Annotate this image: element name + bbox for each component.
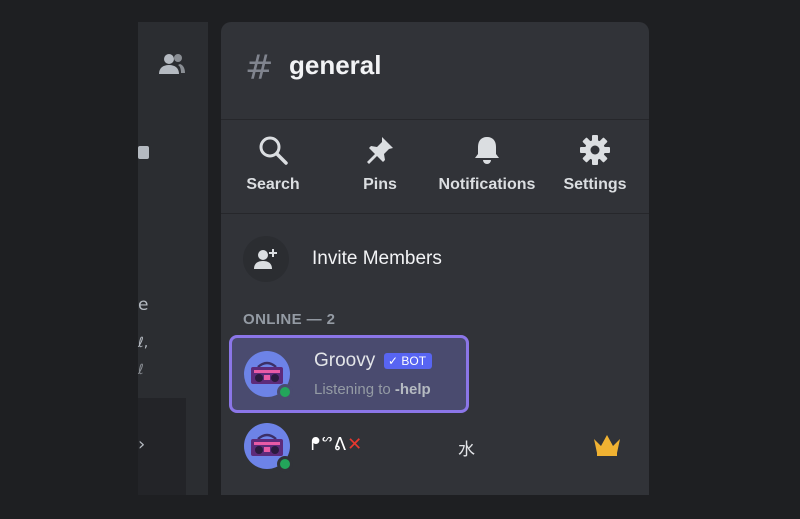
bot-badge: ✓ BOT xyxy=(384,353,433,369)
server-channel-panel: e ℓ, ℓ › xyxy=(138,22,208,495)
pins-button[interactable]: Pins xyxy=(330,120,430,214)
text-fragment: ℓ, xyxy=(138,335,149,351)
hash-icon: # xyxy=(245,48,274,88)
channel-actions-bar: Search Pins Notifications Settings xyxy=(221,120,649,214)
online-status-indicator xyxy=(277,456,293,472)
red-x-icon: ✕ xyxy=(347,434,364,455)
member-item-owner[interactable]: ᖰᔥᕕ✕ 水 xyxy=(229,414,639,490)
member-name-suffix: 水 xyxy=(458,440,475,460)
channel-icon-fragment xyxy=(138,146,149,159)
channel-title: general xyxy=(289,50,382,80)
add-user-icon xyxy=(254,249,277,269)
pins-label: Pins xyxy=(363,176,397,193)
bell-icon xyxy=(475,137,499,164)
channel-header: # general xyxy=(221,22,649,120)
online-section-heading: ONLINE — 2 xyxy=(243,311,336,328)
boombox-icon xyxy=(251,361,283,384)
online-status-indicator xyxy=(277,384,293,400)
member-list: Invite Members ONLINE — 2 Groovy ✓ BOT L… xyxy=(221,214,649,495)
notifications-button[interactable]: Notifications xyxy=(437,120,537,214)
text-fragment: ℓ xyxy=(138,362,144,378)
member-activity: Listening to -help xyxy=(314,381,431,398)
member-item-groovy[interactable]: Groovy ✓ BOT Listening to -help xyxy=(229,335,469,413)
gear-icon xyxy=(580,135,610,165)
settings-label: Settings xyxy=(563,176,627,193)
invite-members-button[interactable]: Invite Members xyxy=(243,236,623,284)
search-label: Search xyxy=(246,176,300,193)
text-fragment: e xyxy=(138,295,149,315)
channel-drawer: # general Search Pins Notifications Sett… xyxy=(221,22,649,495)
invite-members-label: Invite Members xyxy=(312,248,442,269)
boombox-icon xyxy=(251,433,283,456)
notifications-label: Notifications xyxy=(438,176,536,193)
pin-icon xyxy=(367,137,393,164)
member-name: ᖰᔥᕕ✕ xyxy=(311,434,364,455)
avatar xyxy=(244,351,293,400)
search-button[interactable]: Search xyxy=(223,120,323,214)
settings-button[interactable]: Settings xyxy=(545,120,645,214)
invite-icon-container xyxy=(243,236,289,282)
member-name: Groovy xyxy=(314,350,376,371)
chevron-right-icon[interactable]: › xyxy=(138,434,152,456)
avatar xyxy=(244,423,293,472)
search-icon xyxy=(259,136,288,165)
crown-icon xyxy=(594,435,620,456)
members-icon[interactable] xyxy=(158,52,186,76)
